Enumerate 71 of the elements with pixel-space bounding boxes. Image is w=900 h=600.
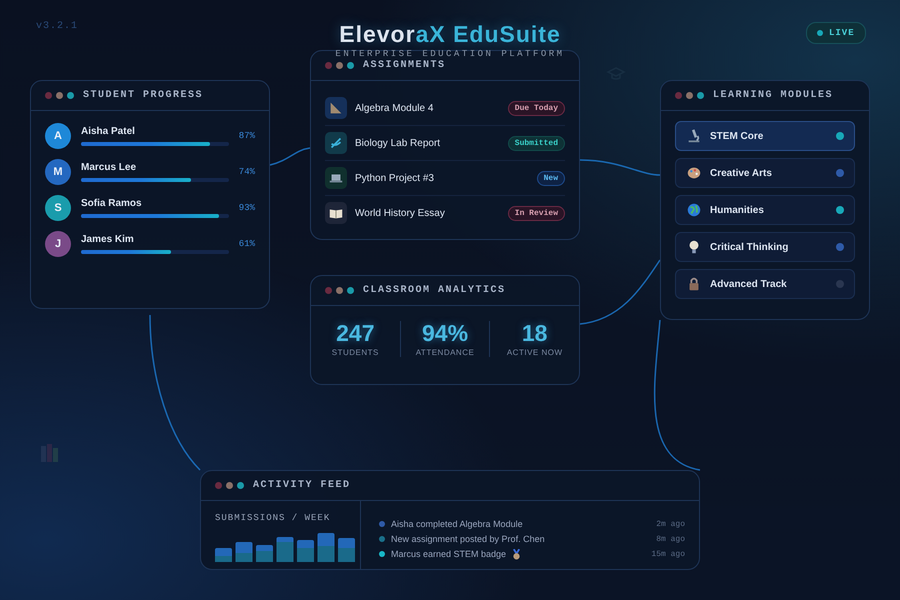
window-dot-icon bbox=[325, 287, 332, 294]
book-icon bbox=[325, 202, 347, 224]
module-item[interactable]: Creative Arts bbox=[675, 158, 855, 188]
avatar: M bbox=[45, 159, 71, 185]
window-dot-icon bbox=[686, 92, 693, 99]
medal-icon bbox=[512, 548, 522, 560]
stat-value: 18 bbox=[522, 321, 548, 345]
window-dot-icon bbox=[226, 482, 233, 489]
student-name: Marcus Lee bbox=[81, 162, 138, 173]
laptop-icon bbox=[325, 167, 347, 189]
assignment-name: Algebra Module 4 bbox=[355, 102, 434, 114]
window-dot-icon bbox=[347, 287, 354, 294]
assignment-name: Biology Lab Report bbox=[355, 138, 440, 148]
panel-title: ASSIGNMENTS bbox=[363, 60, 446, 71]
stat-value: 247 bbox=[336, 321, 375, 345]
event-text: New assignment posted by Prof. Chen bbox=[391, 534, 545, 544]
avatar: J bbox=[45, 231, 71, 257]
window-dot-icon bbox=[697, 92, 704, 99]
palette-icon bbox=[686, 165, 702, 181]
window-dot-icon bbox=[45, 92, 52, 99]
stat-label: ATTENDANCE bbox=[416, 348, 474, 357]
globe-icon bbox=[686, 202, 702, 218]
event-time: 2m ago bbox=[656, 520, 685, 528]
window-dot-icon bbox=[336, 287, 343, 294]
progress-percent: 93% bbox=[238, 203, 255, 213]
status-dot-icon bbox=[817, 30, 823, 36]
event-time: 15m ago bbox=[651, 550, 685, 558]
assignment-name: World History Essay bbox=[355, 208, 445, 218]
connector-line bbox=[270, 147, 310, 166]
window-dot-icon bbox=[675, 92, 682, 99]
student-name: Aisha Patel bbox=[81, 126, 136, 137]
version-label: v3.2.1 bbox=[36, 21, 78, 32]
module-item[interactable]: Advanced Track bbox=[675, 269, 855, 299]
event-text: Aisha completed Algebra Module bbox=[391, 519, 523, 529]
status-badge: Submitted bbox=[508, 136, 565, 150]
assignment-name: Python Project #3 bbox=[355, 172, 434, 184]
window-dot-icon bbox=[56, 92, 63, 99]
app-subtitle: ENTERPRISE EDUCATION PLATFORM bbox=[334, 49, 566, 59]
panel-title: LEARNING MODULES bbox=[713, 90, 834, 101]
module-item[interactable]: Humanities bbox=[675, 195, 855, 225]
module-item[interactable]: Critical Thinking bbox=[675, 232, 855, 262]
panel-title: ACTIVITY FEED bbox=[253, 480, 351, 491]
window-dot-icon bbox=[347, 62, 354, 69]
avatar: S bbox=[45, 195, 71, 221]
panel-title: STUDENT PROGRESS bbox=[83, 90, 204, 101]
status-badge: New bbox=[536, 170, 565, 186]
window-dot-icon bbox=[215, 482, 222, 489]
status-badge: In Review bbox=[508, 206, 565, 220]
progress-percent: 61% bbox=[238, 239, 255, 249]
progress-percent: 74% bbox=[238, 167, 255, 177]
event-text: Marcus earned STEM badge bbox=[391, 549, 506, 559]
avatar: A bbox=[45, 123, 71, 149]
student-name: James Kim bbox=[81, 234, 135, 245]
ruler-icon bbox=[325, 97, 347, 119]
app-title: ElevoraX EduSuite bbox=[339, 21, 561, 48]
panel-title: CLASSROOM ANALYTICS bbox=[363, 285, 506, 296]
student-name: Sofia Ramos bbox=[81, 198, 143, 209]
stat-value: 94% bbox=[422, 321, 468, 345]
window-dot-icon bbox=[67, 92, 74, 99]
stat-label: STUDENTS bbox=[332, 348, 379, 357]
status-badge: Due Today bbox=[508, 100, 565, 116]
window-dot-icon bbox=[325, 62, 332, 69]
microscope-icon bbox=[686, 128, 702, 144]
module-item[interactable]: STEM Core bbox=[675, 121, 855, 151]
live-label: LIVE bbox=[829, 28, 855, 38]
window-dot-icon bbox=[237, 482, 244, 489]
chart-title: SUBMISSIONS / WEEK bbox=[215, 513, 332, 523]
stat-label: ACTIVE NOW bbox=[506, 348, 563, 357]
progress-percent: 87% bbox=[238, 131, 255, 141]
window-dot-icon bbox=[336, 62, 343, 69]
event-time: 8m ago bbox=[656, 534, 685, 544]
